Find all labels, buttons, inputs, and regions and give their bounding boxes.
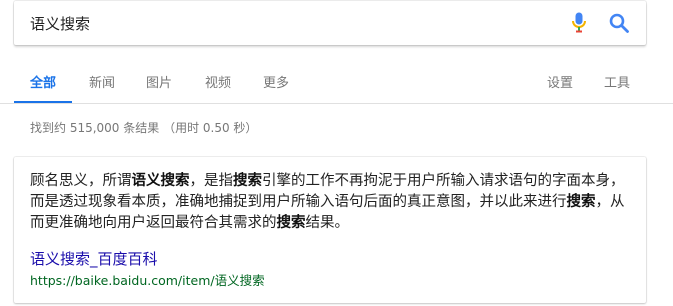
- snippet-keyword: 搜索: [566, 194, 596, 210]
- search-icon[interactable]: [607, 11, 631, 35]
- search-tabs: 全部 新闻 图片 视频 更多 设置 工具: [0, 62, 673, 104]
- tools-link[interactable]: 工具: [604, 72, 630, 91]
- microphone-icon[interactable]: [567, 11, 591, 35]
- search-input[interactable]: [30, 11, 550, 35]
- snippet-keyword: 搜索: [233, 173, 262, 189]
- result-url: https://baike.baidu.com/item/语义搜索: [30, 273, 265, 288]
- search-bar[interactable]: [14, 1, 646, 45]
- tab-images[interactable]: 图片: [146, 72, 172, 91]
- snippet-segment: ，是指: [189, 173, 234, 189]
- result-stats: 找到约 515,000 条结果 （用时 0.50 秒）: [30, 121, 258, 135]
- snippet-keyword: 语义搜索: [131, 173, 190, 189]
- snippet-keyword: 搜索: [276, 215, 306, 231]
- tab-more[interactable]: 更多: [263, 72, 289, 91]
- tab-news[interactable]: 新闻: [89, 72, 115, 91]
- result-title-link[interactable]: 语义搜索_百度百科: [30, 248, 158, 269]
- tabs-divider: [0, 103, 673, 104]
- snippet-text: 顾名思义，所谓语义搜索，是指搜索引擎的工作不再拘泥于用户所输入请求语句的字面本身…: [30, 171, 630, 234]
- snippet-segment: 结果。: [305, 215, 350, 231]
- tab-videos[interactable]: 视频: [205, 72, 231, 91]
- featured-snippet-card: 顾名思义，所谓语义搜索，是指搜索引擎的工作不再拘泥于用户所输入请求语句的字面本身…: [14, 157, 646, 303]
- tab-all[interactable]: 全部: [30, 72, 56, 91]
- snippet-segment: 顾名思义，所谓: [30, 173, 132, 189]
- settings-link[interactable]: 设置: [547, 72, 573, 91]
